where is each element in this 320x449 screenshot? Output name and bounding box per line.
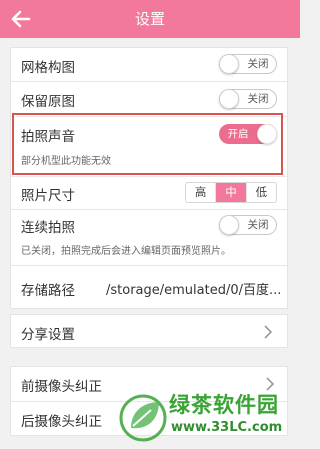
app-header: 设置 — [0, 0, 300, 38]
chevron-right-icon — [266, 377, 275, 391]
toggle-knob — [219, 215, 239, 235]
front-camera-row[interactable]: 前摄像头纠正 — [11, 367, 289, 401]
keep-original-toggle-text: 关闭 — [247, 93, 269, 105]
photo-size-high[interactable]: 高 — [186, 183, 215, 202]
photo-size-label: 照片尺寸 — [21, 188, 75, 204]
burst-label: 连续拍照 — [21, 220, 75, 236]
share-card[interactable]: 分享设置 — [10, 314, 288, 348]
storage-label: 存储路径 — [21, 283, 75, 299]
keep-original-toggle[interactable]: 关闭 — [219, 89, 277, 109]
front-camera-label: 前摄像头纠正 — [21, 379, 102, 395]
highlight-box — [12, 113, 283, 175]
grid-toggle[interactable]: 关闭 — [219, 54, 277, 74]
rear-camera-row[interactable]: 后摄像头纠正 — [11, 402, 289, 436]
burst-toggle[interactable]: 关闭 — [219, 215, 277, 235]
grid-toggle-text: 关闭 — [247, 58, 269, 70]
back-arrow-icon[interactable] — [8, 6, 34, 32]
calibration-card: 前摄像头纠正 后摄像头纠正 — [10, 366, 289, 436]
share-label: 分享设置 — [21, 327, 75, 343]
grid-label: 网格构图 — [21, 60, 75, 76]
photo-size-low[interactable]: 低 — [245, 183, 276, 202]
toggle-knob — [219, 54, 239, 74]
setting-row-keep-original[interactable]: 保留原图 关闭 — [11, 82, 289, 115]
setting-row-photo-size: 照片尺寸 高 中 低 — [11, 177, 289, 208]
setting-row-storage[interactable]: 存储路径 /storage/emulated/0/百度... — [11, 266, 289, 308]
storage-path-value: /storage/emulated/0/百度... — [106, 283, 282, 298]
burst-note: 已关闭，拍照完成后会进入编辑页面预览照片。 — [21, 246, 231, 257]
chevron-right-icon — [264, 325, 273, 339]
rear-camera-label: 后摄像头纠正 — [21, 414, 102, 430]
setting-row-grid[interactable]: 网格构图 关闭 — [11, 48, 289, 81]
photo-size-medium[interactable]: 中 — [215, 183, 246, 202]
page-title: 设置 — [134, 10, 165, 28]
toggle-knob — [219, 89, 239, 109]
setting-row-burst[interactable]: 连续拍照 关闭 已关闭，拍照完成后会进入编辑页面预览照片。 — [11, 210, 289, 264]
burst-toggle-text: 关闭 — [247, 219, 269, 231]
keep-original-label: 保留原图 — [21, 94, 75, 110]
photo-size-selector: 高 中 低 — [185, 182, 277, 203]
settings-card: 网格构图 关闭 保留原图 关闭 拍照声音 开启 部分机型此功能无效 照片尺寸 高… — [10, 47, 289, 309]
